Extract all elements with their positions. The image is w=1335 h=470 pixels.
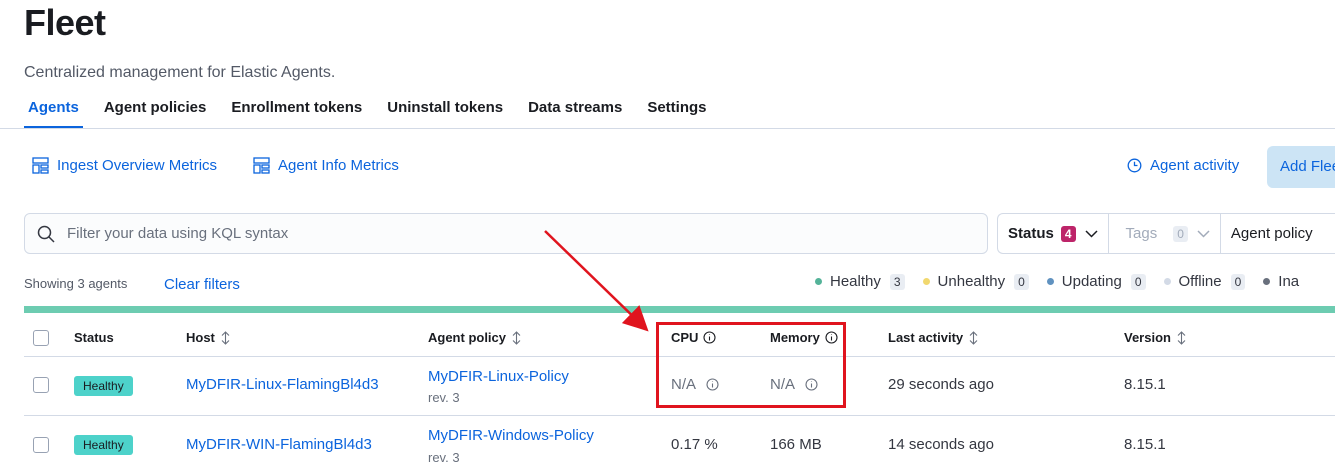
- last-activity-value: 14 seconds ago: [888, 436, 994, 453]
- agent-policy-filter-label: Agent policy: [1230, 225, 1313, 242]
- policy-revision: rev. 3: [428, 390, 460, 405]
- tab-agents[interactable]: Agents: [24, 97, 83, 128]
- cpu-value: 0.17 %: [671, 436, 718, 453]
- updating-dot-icon: [1046, 278, 1054, 285]
- status-filter-button[interactable]: Status 4: [998, 214, 1109, 253]
- column-header-host[interactable]: Host: [186, 330, 231, 345]
- tabs-divider: [0, 128, 1335, 129]
- column-header-label: Host: [186, 330, 215, 345]
- agent-activity-button[interactable]: Agent activity: [1127, 157, 1239, 174]
- page-description: Centralized management for Elastic Agent…: [24, 64, 336, 81]
- status-summary-unhealthy: Unhealthy 0: [922, 273, 1029, 290]
- host-link[interactable]: MyDFIR-Linux-FlamingBl4d3: [186, 376, 379, 393]
- select-all-checkbox[interactable]: [33, 330, 49, 346]
- status-summary: Healthy 3 Unhealthy 0 Updating 0 Offline…: [815, 273, 1317, 290]
- status-summary-updating: Updating 0: [1046, 273, 1146, 290]
- tab-uninstall-tokens[interactable]: Uninstall tokens: [383, 97, 507, 128]
- row-checkbox[interactable]: [33, 377, 49, 393]
- status-summary-inactive: Ina: [1263, 273, 1299, 290]
- clock-icon: [1127, 158, 1142, 173]
- agent-policy-filter-button[interactable]: Agent policy: [1221, 214, 1330, 253]
- status-summary-label: Ina: [1278, 273, 1300, 290]
- agent-policy-link[interactable]: MyDFIR-Linux-Policy: [428, 368, 569, 385]
- add-fleet-server-button[interactable]: Add Flee: [1267, 146, 1335, 188]
- clear-filters-link[interactable]: Clear filters: [164, 276, 240, 293]
- tab-enrollment-tokens[interactable]: Enrollment tokens: [227, 97, 366, 128]
- column-header-label: Version: [1124, 330, 1171, 345]
- host-link[interactable]: MyDFIR-WIN-FlamingBl4d3: [186, 436, 372, 453]
- status-summary-count: 3: [889, 273, 905, 290]
- sort-icon: [1177, 330, 1186, 345]
- status-summary-label: Unhealthy: [937, 273, 1006, 290]
- status-filter-count: 4: [1060, 225, 1076, 242]
- column-header-version[interactable]: Version: [1124, 330, 1187, 345]
- kql-search-input[interactable]: [67, 225, 947, 242]
- version-value: 8.15.1: [1124, 376, 1166, 393]
- status-summary-count: 0: [1130, 273, 1146, 290]
- tab-settings[interactable]: Settings: [643, 97, 710, 128]
- tab-data-streams[interactable]: Data streams: [524, 97, 626, 128]
- status-badge: Healthy: [74, 435, 133, 455]
- column-header-label: Last activity: [888, 330, 964, 345]
- agent-health-bar: [24, 306, 1335, 313]
- row-checkbox[interactable]: [33, 437, 49, 453]
- policy-revision: rev. 3: [428, 450, 460, 465]
- version-value: 8.15.1: [1124, 436, 1166, 453]
- last-activity-value: 29 seconds ago: [888, 376, 994, 393]
- agent-policy-link[interactable]: MyDFIR-Windows-Policy: [428, 427, 594, 444]
- column-header-agent-policy[interactable]: Agent policy: [428, 330, 522, 345]
- column-header-label: Status: [74, 330, 114, 345]
- tab-agent-policies[interactable]: Agent policies: [100, 97, 211, 128]
- dashboard-icon: [32, 157, 49, 174]
- agent-info-metrics-label: Agent Info Metrics: [278, 157, 399, 174]
- offline-dot-icon: [1163, 278, 1171, 285]
- sort-icon: [969, 330, 978, 345]
- ingest-overview-metrics-label: Ingest Overview Metrics: [57, 157, 218, 174]
- healthy-dot-icon: [815, 278, 822, 285]
- status-summary-label: Offline: [1178, 273, 1222, 290]
- kql-search-bar: [24, 213, 988, 254]
- agent-info-metrics-link[interactable]: Agent Info Metrics: [253, 157, 399, 174]
- sort-icon: [221, 330, 230, 345]
- status-summary-offline: Offline 0: [1163, 273, 1246, 290]
- status-summary-label: Healthy: [830, 273, 881, 290]
- filter-group: Status 4 Tags 0 Agent policy: [997, 213, 1335, 254]
- table-row: Healthy MyDFIR-WIN-FlamingBl4d3 MyDFIR-W…: [24, 416, 1335, 470]
- chevron-down-icon: [1085, 229, 1098, 238]
- dashboard-icon: [253, 157, 270, 174]
- tab-bar: Agents Agent policies Enrollment tokens …: [24, 97, 728, 128]
- inactive-dot-icon: [1263, 278, 1271, 285]
- memory-value: 166 MB: [770, 436, 822, 453]
- status-summary-count: 0: [1014, 273, 1029, 290]
- status-summary-healthy: Healthy 3: [815, 273, 905, 290]
- annotation-highlight-box: [656, 322, 846, 408]
- showing-agents-count: Showing 3 agents: [24, 276, 128, 291]
- tags-filter-label: Tags: [1125, 225, 1158, 242]
- status-summary-label: Updating: [1061, 273, 1122, 290]
- unhealthy-dot-icon: [922, 278, 930, 285]
- sort-icon: [512, 330, 521, 345]
- column-header-label: Agent policy: [428, 330, 507, 345]
- column-header-last-activity[interactable]: Last activity: [888, 330, 979, 345]
- status-summary-count: 0: [1230, 273, 1246, 290]
- chevron-down-icon: [1197, 229, 1210, 238]
- ingest-overview-metrics-link[interactable]: Ingest Overview Metrics: [32, 157, 217, 174]
- column-header-status: Status: [74, 330, 114, 345]
- tags-filter-count: 0: [1173, 225, 1188, 242]
- agent-activity-label: Agent activity: [1150, 157, 1240, 174]
- search-icon: [37, 225, 55, 243]
- status-badge: Healthy: [74, 376, 133, 396]
- status-filter-label: Status: [1008, 225, 1054, 242]
- tags-filter-button[interactable]: Tags 0: [1109, 214, 1221, 253]
- page-title: Fleet: [24, 2, 106, 43]
